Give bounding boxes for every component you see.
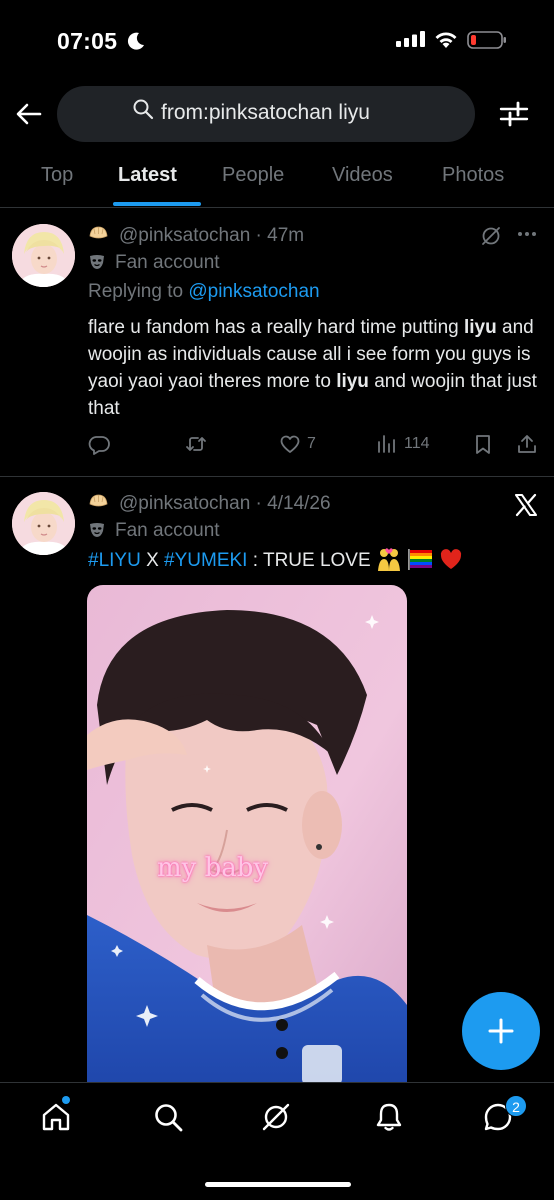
retweet-icon (186, 437, 206, 451)
back-arrow-icon[interactable] (14, 99, 44, 129)
fan-account-label: Fan account (88, 520, 220, 542)
explore-icon[interactable] (152, 1101, 184, 1133)
views-icon (378, 435, 395, 453)
notifications-icon[interactable] (373, 1101, 405, 1133)
filter-icon[interactable] (498, 99, 530, 129)
home-indicator (205, 1182, 351, 1187)
tweet-header: @pinksatochan · 4/14/26 (88, 491, 331, 515)
battery-icon (467, 31, 506, 49)
grok-nav-icon[interactable] (260, 1101, 292, 1133)
hashtag-liyu[interactable]: #LIYU (88, 550, 141, 571)
search-tabs: Top Latest People Videos Photos (0, 150, 554, 208)
fan-account-label: Fan account (88, 252, 220, 274)
status-bar: 07:05 (0, 0, 554, 80)
messages-badge: 2 (505, 1095, 527, 1117)
replying-to: Replying to @pinksatochan (88, 281, 320, 303)
search-icon (133, 99, 154, 120)
tweet-time: · 47m (255, 225, 305, 246)
replying-prefix: Replying to (88, 281, 189, 302)
tab-videos[interactable]: Videos (332, 164, 393, 187)
views-count: 114 (404, 435, 430, 452)
tab-latest[interactable]: Latest (118, 164, 177, 187)
retweet-button[interactable] (185, 431, 207, 457)
media-caption: my baby (157, 853, 269, 883)
x-logo-icon[interactable] (513, 492, 539, 518)
like-count: 7 (307, 435, 316, 452)
tweet-text-highlight: liyu (463, 317, 497, 338)
avatar-image (12, 224, 75, 287)
share-icon (518, 435, 536, 453)
tab-top[interactable]: Top (41, 164, 73, 187)
share-button[interactable] (516, 431, 538, 457)
plus-icon (488, 1018, 514, 1044)
like-button[interactable]: 7 (279, 431, 316, 457)
tweet-text: flare u fandom has a really hard time pu… (88, 314, 540, 422)
views-button[interactable]: 114 (376, 431, 430, 457)
moon-icon (127, 32, 144, 50)
tweet-handle[interactable]: @pinksatochan (119, 493, 250, 514)
couple-emoji-icon (377, 548, 400, 571)
mention-link[interactable]: @pinksatochan (188, 281, 319, 302)
dumpling-emoji-icon (89, 494, 108, 507)
compose-button[interactable] (462, 992, 540, 1070)
media-photo (87, 585, 407, 1105)
tweet-text: #LIYU X #YUMEKI : TRUE LOVE (88, 547, 540, 574)
search-input[interactable]: from:pinksatochan liyu (57, 86, 475, 142)
tab-photos[interactable]: Photos (442, 164, 504, 187)
status-time: 07:05 (57, 28, 118, 54)
red-heart-icon (440, 549, 461, 569)
avatar[interactable] (12, 492, 75, 555)
more-icon[interactable] (516, 229, 538, 239)
mask-icon (90, 255, 104, 269)
active-tab-indicator (113, 202, 201, 206)
tweet-handle[interactable]: @pinksatochan (119, 225, 250, 246)
dumpling-emoji-icon (89, 226, 108, 239)
bookmark-icon (476, 435, 490, 454)
wifi-icon (435, 32, 457, 48)
home-icon[interactable] (40, 1101, 72, 1133)
avatar-image (12, 492, 75, 555)
reply-icon (88, 436, 110, 455)
tweet-time: · 4/14/26 (255, 493, 331, 514)
tweet-text-part: flare u fandom has a really hard time pu… (88, 317, 464, 338)
reply-button[interactable] (88, 431, 110, 457)
hashtag-yumeki[interactable]: #YUMEKI (164, 550, 247, 571)
home-notification-dot (62, 1096, 70, 1104)
signal-icon (396, 31, 425, 47)
search-query: from:pinksatochan liyu (161, 101, 370, 124)
rainbow-flag-icon (408, 549, 433, 570)
tweet-text-part: : TRUE LOVE (247, 550, 376, 571)
like-icon (280, 435, 300, 453)
bookmark-button[interactable] (472, 431, 494, 457)
grok-icon[interactable] (480, 225, 502, 247)
tweet-text-part: X (140, 550, 165, 571)
tweet-header: @pinksatochan · 47m (88, 223, 304, 247)
tab-people[interactable]: People (222, 164, 284, 187)
tweet[interactable]: @pinksatochan · 47m Fan account Replying… (0, 209, 554, 477)
fan-account-text: Fan account (115, 520, 220, 541)
avatar[interactable] (12, 224, 75, 287)
tweet-media-image[interactable]: my baby (87, 585, 407, 1105)
tweet-text-highlight: liyu (336, 371, 369, 392)
mask-icon (90, 523, 104, 537)
fan-account-text: Fan account (115, 252, 220, 273)
